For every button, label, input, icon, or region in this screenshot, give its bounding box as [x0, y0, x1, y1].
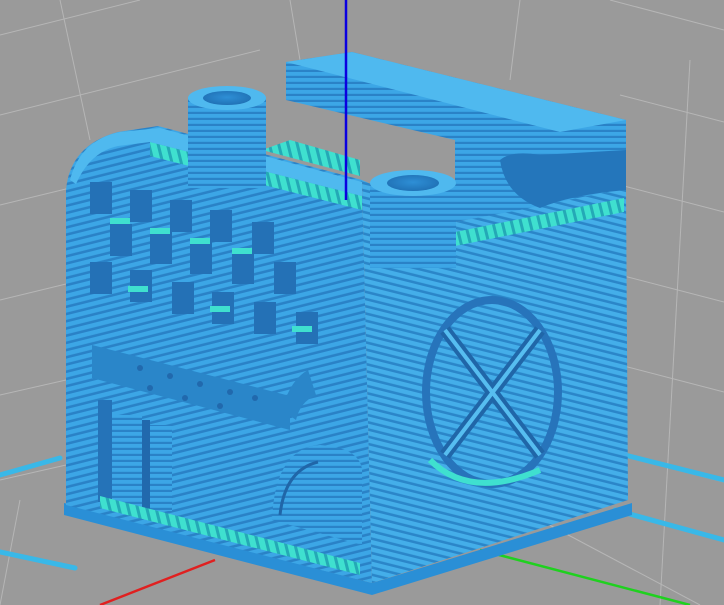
post-left [188, 86, 266, 188]
post-right [370, 170, 456, 268]
round-hole [422, 296, 562, 488]
x-axis [99, 558, 216, 605]
scene[interactable] [0, 0, 724, 605]
y-axis [479, 548, 691, 605]
calibration-cube[interactable] [64, 52, 632, 595]
3d-viewport[interactable] [0, 0, 724, 605]
